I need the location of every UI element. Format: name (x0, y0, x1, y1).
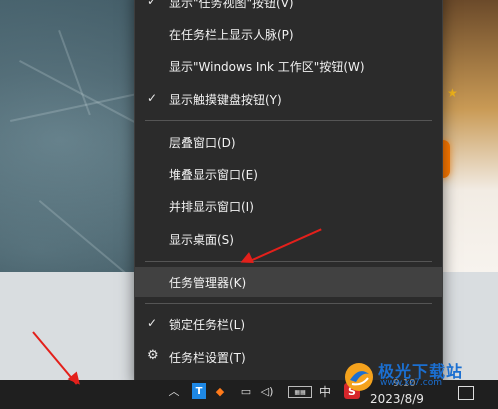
menu-item-label: 显示触摸键盘按钮(Y) (169, 92, 282, 107)
menu-item-show-windows-ink[interactable]: 显示"Windows Ink 工作区"按钮(W) (135, 51, 442, 81)
menu-item-show-desktop[interactable]: 显示桌面(S) (135, 224, 442, 254)
watermark-logo-icon (345, 363, 373, 391)
keyboard-icon[interactable]: ▦▦ (288, 386, 312, 398)
menu-item-label: 堆叠显示窗口(E) (169, 167, 258, 182)
menu-item-label: 在任务栏上显示人脉(P) (169, 27, 294, 42)
speaker-icon[interactable]: ◁) (260, 383, 274, 399)
menu-item-label: 显示桌面(S) (169, 232, 234, 247)
ime-indicator[interactable]: 中 (318, 383, 332, 399)
gear-icon: ⚙ (147, 348, 159, 363)
menu-item-show-people[interactable]: 在任务栏上显示人脉(P) (135, 19, 442, 49)
menu-separator (145, 303, 432, 304)
check-icon: ✓ (147, 91, 158, 105)
menu-item-label: 锁定任务栏(L) (169, 317, 246, 332)
app-t-icon[interactable]: T (192, 383, 206, 399)
network-icon[interactable]: ▭ (238, 383, 254, 399)
wallpaper-right-art (440, 0, 498, 272)
check-icon: ✓ (147, 316, 158, 330)
shield-icon[interactable]: ◆ (214, 383, 226, 399)
menu-item-label: 显示"Windows Ink 工作区"按钮(W) (169, 59, 365, 74)
menu-item-label: 任务管理器(K) (169, 275, 247, 290)
menu-separator (145, 261, 432, 262)
menu-separator (145, 120, 432, 121)
wallpaper-stroke (58, 30, 91, 116)
taskbar-context-menu: ✓ 显示"任务视图"按钮(V) 在任务栏上显示人脉(P) 显示"Windows … (134, 0, 443, 382)
menu-item-show-touch-keyboard[interactable]: ✓ 显示触摸键盘按钮(Y) (135, 84, 442, 114)
menu-item-cascade-windows[interactable]: 层叠窗口(D) (135, 127, 442, 157)
star-icon: ★ (447, 86, 458, 100)
menu-item-lock-taskbar[interactable]: ✓ 锁定任务栏(L) (135, 309, 442, 339)
chevron-up-icon[interactable]: ︿ (168, 383, 180, 399)
menu-item-label: 任务栏设置(T) (169, 350, 246, 365)
menu-item-show-task-view[interactable]: ✓ 显示"任务视图"按钮(V) (135, 0, 442, 17)
watermark-logo: 极光下载站 www.xz7.com (340, 356, 498, 396)
watermark-url: www.xz7.com (380, 378, 442, 388)
menu-item-task-manager[interactable]: 任务管理器(K) (135, 267, 442, 297)
menu-item-label: 并排显示窗口(I) (169, 199, 254, 214)
menu-item-label: 显示"任务视图"按钮(V) (169, 0, 294, 10)
menu-item-stack-windows[interactable]: 堆叠显示窗口(E) (135, 159, 442, 189)
check-icon: ✓ (147, 0, 158, 8)
menu-item-side-by-side[interactable]: 并排显示窗口(I) (135, 191, 442, 221)
wallpaper-stroke (38, 200, 132, 279)
menu-item-label: 层叠窗口(D) (169, 135, 236, 150)
